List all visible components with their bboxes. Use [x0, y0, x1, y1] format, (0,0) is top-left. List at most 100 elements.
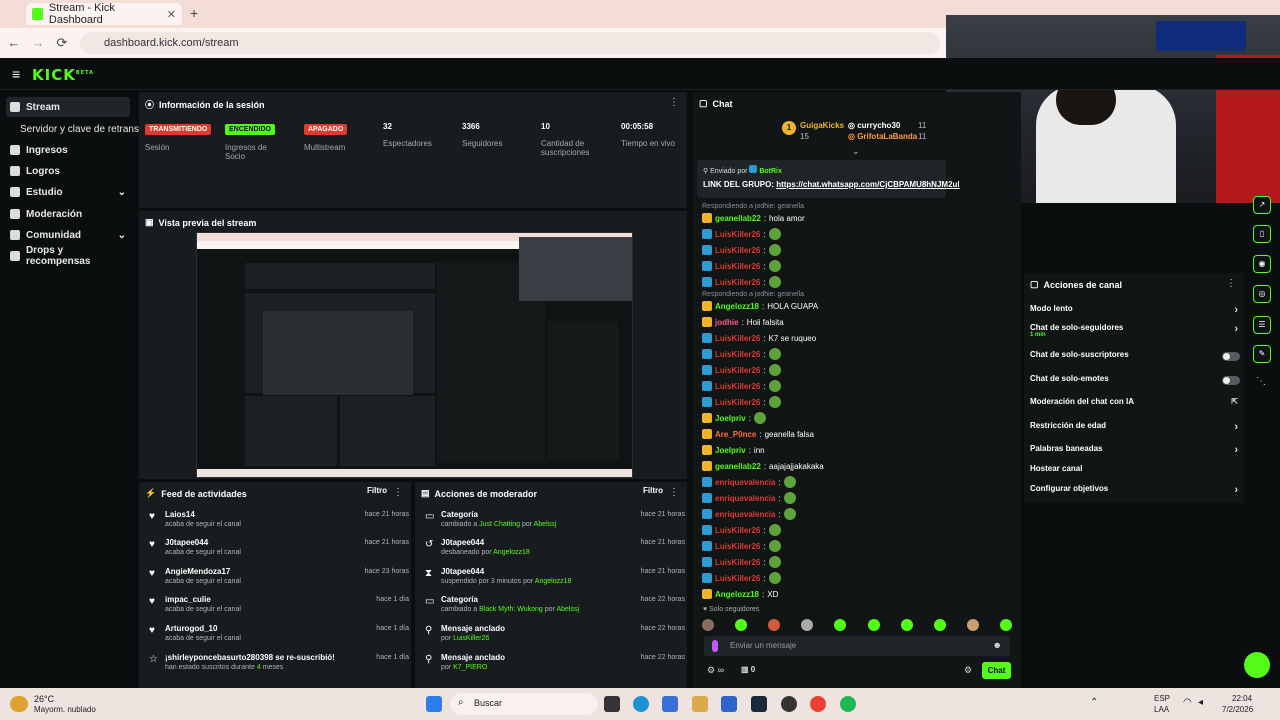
- sidebar-item-server[interactable]: Servidor y clave de retransmisión: [6, 119, 168, 139]
- taskbar-search[interactable]: ⌕ Buscar: [450, 693, 598, 715]
- feed-item-name[interactable]: Arturogod_10: [165, 624, 217, 633]
- url-input[interactable]: dashboard.kick.com/stream: [80, 32, 940, 54]
- action-banned-words[interactable]: Palabras baneadas ›: [1030, 444, 1240, 458]
- emote-icon[interactable]: [768, 619, 781, 631]
- action-slow-mode[interactable]: Modo lento ›: [1030, 304, 1240, 318]
- tab-close-icon[interactable]: ✕: [167, 8, 176, 21]
- chat-username[interactable]: Are_P0nce: [715, 430, 756, 439]
- chat-username[interactable]: LuisKiller26: [715, 382, 760, 391]
- rail-mod-button[interactable]: ✎: [1253, 345, 1271, 363]
- emote-icon[interactable]: [834, 619, 847, 631]
- sidebar-item-moderacion[interactable]: Moderación: [6, 204, 130, 224]
- feed-item-name[interactable]: impac_culie: [165, 595, 211, 604]
- sidebar-item-estudio[interactable]: Estudio ⌄: [6, 182, 130, 202]
- chat-send-button[interactable]: Chat: [982, 662, 1011, 679]
- file-explorer-icon[interactable]: [662, 696, 678, 712]
- leaderboard-top-name[interactable]: GuigaKicks: [800, 121, 844, 130]
- stream-preview-video[interactable]: [196, 232, 633, 478]
- task-view-icon[interactable]: [604, 696, 620, 712]
- back-button[interactable]: ←: [6, 35, 22, 51]
- chat-username[interactable]: LuisKiller26: [715, 350, 760, 359]
- action-goals[interactable]: Configurar objetivos ›: [1030, 484, 1240, 498]
- emote-icon[interactable]: [801, 619, 814, 631]
- language-top[interactable]: ESP: [1154, 694, 1170, 703]
- sidebar-item-comunidad[interactable]: Comunidad ⌄: [6, 225, 130, 245]
- weather-desc[interactable]: Mayorm. nublado: [34, 705, 96, 714]
- chat-username[interactable]: enriquevalencia: [715, 510, 775, 519]
- subs-only-toggle[interactable]: [1222, 352, 1240, 361]
- emote-icon[interactable]: [867, 619, 880, 631]
- action-ai-moderation[interactable]: Moderación del chat con IA ⇱: [1030, 397, 1240, 411]
- action-followers-only[interactable]: Chat de solo-seguidores 1 min ›: [1030, 323, 1240, 343]
- emote-icon[interactable]: [900, 619, 913, 631]
- chat-username[interactable]: LuisKiller26: [715, 574, 760, 583]
- rail-clip-button[interactable]: ▯: [1253, 225, 1271, 243]
- chat-username[interactable]: jodhie: [715, 318, 739, 327]
- chat-username[interactable]: LuisKiller26: [715, 542, 760, 551]
- mod-filter-button[interactable]: Filtro: [643, 486, 663, 495]
- action-host-channel[interactable]: Hostear canal: [1030, 464, 1240, 478]
- chat-username[interactable]: LuisKiller26: [715, 526, 760, 535]
- clock-date[interactable]: 7/2/2026: [1222, 705, 1253, 714]
- rail-chat-button[interactable]: ◉: [1253, 255, 1271, 273]
- chat-username[interactable]: enriquevalencia: [715, 494, 775, 503]
- more-options-icon[interactable]: ⋮: [393, 487, 403, 498]
- kick-logo[interactable]: KICKBETA: [32, 66, 94, 84]
- chat-username[interactable]: Angelozz18: [715, 590, 759, 599]
- chat-username[interactable]: Angelozz18: [715, 302, 759, 311]
- sidebar-item-logros[interactable]: Logros: [6, 161, 130, 181]
- tray-chevron-icon[interactable]: ⌃: [1090, 697, 1098, 708]
- weather-icon[interactable]: [10, 696, 28, 712]
- chat-input[interactable]: Enviar un mensaje ☻: [704, 636, 1010, 656]
- chat-username[interactable]: LuisKiller26: [715, 262, 760, 271]
- chat-username[interactable]: Joelpriv: [715, 414, 746, 423]
- help-chat-button[interactable]: [1244, 652, 1270, 678]
- sidebar-item-stream[interactable]: Stream: [6, 97, 130, 117]
- chat-username[interactable]: enriquevalencia: [715, 478, 775, 487]
- rail-list-button[interactable]: ☰: [1253, 316, 1271, 334]
- forward-button[interactable]: →: [30, 35, 46, 51]
- chat-username[interactable]: LuisKiller26: [715, 230, 760, 239]
- steam-icon[interactable]: [751, 696, 767, 712]
- chat-footer-infinity[interactable]: ⚙ ∞: [707, 665, 724, 676]
- rail-share-icon[interactable]: ⋱: [1256, 376, 1266, 387]
- hamburger-menu-icon[interactable]: ≡: [12, 66, 20, 82]
- emote-icon[interactable]: [999, 619, 1012, 631]
- more-options-icon[interactable]: ⋮: [669, 487, 679, 498]
- wifi-icon[interactable]: ◠: [1183, 697, 1192, 708]
- microphone-icon[interactable]: [712, 640, 718, 652]
- action-subs-only[interactable]: Chat de solo-suscriptores: [1030, 350, 1240, 364]
- obs-icon[interactable]: [781, 696, 797, 712]
- new-tab-button[interactable]: +: [190, 5, 198, 21]
- emote-icon[interactable]: [735, 619, 748, 631]
- chat-settings-icon[interactable]: ⚙: [964, 665, 972, 676]
- chat-username[interactable]: Joelpriv: [715, 446, 746, 455]
- sidebar-item-drops[interactable]: Drops y recompensas: [6, 245, 130, 267]
- emote-icon[interactable]: [966, 619, 979, 631]
- feed-item-name[interactable]: Laios14: [165, 510, 195, 519]
- chat-username[interactable]: LuisKiller26: [715, 366, 760, 375]
- emote-icon[interactable]: [702, 619, 714, 631]
- chat-username[interactable]: LuisKiller26: [715, 398, 760, 407]
- windows-start-icon[interactable]: [426, 696, 442, 712]
- spotify-icon[interactable]: [840, 696, 856, 712]
- chat-username[interactable]: LuisKiller26: [715, 558, 760, 567]
- more-options-icon[interactable]: ⋮: [669, 97, 679, 108]
- emoji-icon[interactable]: ☻: [993, 640, 1002, 650]
- leaderboard-second[interactable]: ◎ currycho30: [848, 121, 900, 130]
- feed-filter-button[interactable]: Filtro: [367, 486, 387, 495]
- feed-item-name[interactable]: AngieMendoza17: [165, 567, 230, 576]
- chat-username[interactable]: LuisKiller26: [715, 334, 760, 343]
- pinned-link[interactable]: https://chat.whatsapp.com/CjCBPAMU8hNJM2…: [776, 180, 959, 189]
- sidebar-item-ingresos[interactable]: Ingresos: [6, 140, 130, 160]
- volume-icon[interactable]: ◂: [1198, 697, 1203, 708]
- emotes-only-toggle[interactable]: [1222, 376, 1240, 385]
- reload-button[interactable]: ⟳: [54, 35, 70, 51]
- language-bottom[interactable]: LAA: [1154, 705, 1169, 714]
- weather-temp[interactable]: 26°C: [34, 694, 54, 704]
- folder-icon[interactable]: [692, 696, 708, 712]
- chrome-icon[interactable]: [810, 696, 826, 712]
- browser-tab[interactable]: Stream - Kick Dashboard ✕: [26, 2, 182, 26]
- emote-icon[interactable]: [933, 619, 946, 631]
- expand-chevron-icon[interactable]: ⌄: [852, 146, 860, 157]
